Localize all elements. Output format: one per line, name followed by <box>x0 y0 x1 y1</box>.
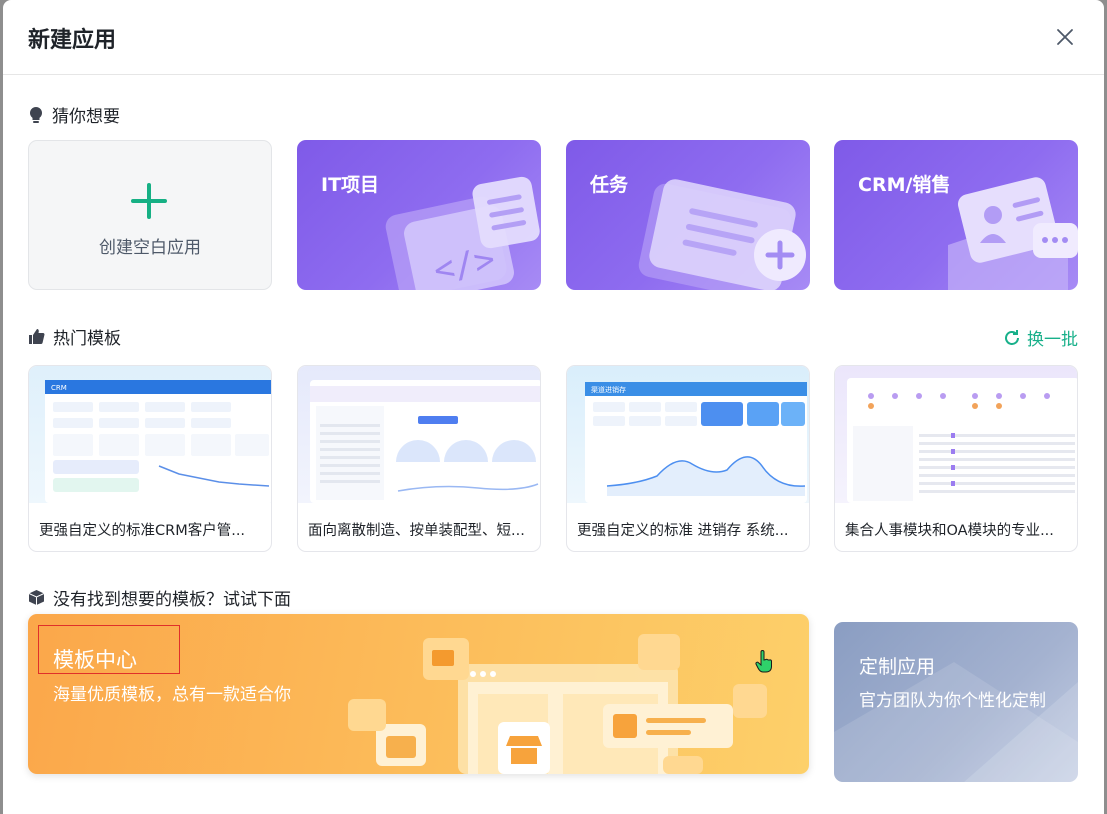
template-center-card[interactable]: 模板中心 海量优质模板，总有一款适合你 <box>28 614 809 774</box>
thumb-title: CRM <box>51 384 67 392</box>
template-center-subtitle: 海量优质模板，总有一款适合你 <box>53 685 291 705</box>
modal-title: 新建应用 <box>28 28 117 53</box>
more-title: 没有找到想要的模板？试试下面 <box>53 590 291 610</box>
hot-title: 热门模板 <box>53 329 121 349</box>
hot-section-title: 热门模板 <box>28 324 121 349</box>
task-label: 任务 <box>590 174 629 196</box>
refresh-icon <box>1005 329 1019 345</box>
plus-icon <box>131 183 167 219</box>
refresh-button[interactable]: 换一批 <box>1003 325 1078 350</box>
it-project-label: IT项目 <box>321 174 380 196</box>
custom-app-subtitle: 官方团队为你个性化定制 <box>859 691 1046 711</box>
template-card-erp[interactable]: 面向离散制造、按单装配型、短... <box>297 365 541 552</box>
task-list-icon <box>638 179 806 290</box>
thumbs-up-icon <box>29 329 45 344</box>
more-section-title: 没有找到想要的模板？试试下面 <box>28 585 291 610</box>
template-desc: 集合人事模块和OA模块的专业... <box>845 523 1054 539</box>
custom-app-card[interactable]: 定制应用 官方团队为你个性化定制 <box>834 622 1078 782</box>
create-blank-app-card[interactable]: 创建空白应用 <box>28 140 272 290</box>
store-illustration-icon <box>348 634 767 774</box>
close-icon[interactable] <box>1054 26 1076 48</box>
template-card-crm[interactable]: CRM 更强自定义的标准CRM客户管... <box>28 365 272 552</box>
code-icon: </> <box>385 176 540 290</box>
template-thumbnail <box>298 366 540 503</box>
template-card-inventory[interactable]: 渠道进销存 更强自定义的标准 进销存 系统... <box>566 365 810 552</box>
template-thumbnail: 渠道进销存 <box>567 366 809 503</box>
hand-cursor-icon <box>755 650 772 673</box>
chat-icon <box>948 177 1078 290</box>
blank-app-label: 创建空白应用 <box>99 238 201 258</box>
cube-icon <box>28 590 45 605</box>
template-desc: 面向离散制造、按单装配型、短... <box>308 523 525 539</box>
template-card-hr-oa[interactable]: 集合人事模块和OA模块的专业... <box>834 365 1078 552</box>
thumb-subtitle: 渠道进销存 <box>591 385 626 394</box>
lightbulb-icon <box>29 106 43 123</box>
custom-app-title: 定制应用 <box>859 656 936 678</box>
guess-section-title: 猜你想要 <box>28 102 120 127</box>
template-thumbnail: CRM <box>29 366 271 503</box>
template-thumbnail <box>835 366 1077 503</box>
template-center-title: 模板中心 <box>53 648 137 672</box>
it-project-card[interactable]: IT项目 </> <box>297 140 541 290</box>
crm-sales-card[interactable]: CRM/销售 <box>834 140 1078 290</box>
refresh-label: 换一批 <box>1027 330 1078 350</box>
template-desc: 更强自定义的标准CRM客户管... <box>39 523 246 539</box>
new-app-modal: 新建应用 猜你想要 创建空白应用 IT项目 </> 任务 CRM/销售 热门模板… <box>3 0 1104 814</box>
modal-header: 新建应用 <box>3 0 1104 75</box>
guess-title: 猜你想要 <box>52 107 120 127</box>
task-card[interactable]: 任务 <box>566 140 810 290</box>
template-desc: 更强自定义的标准 进销存 系统... <box>577 523 789 539</box>
